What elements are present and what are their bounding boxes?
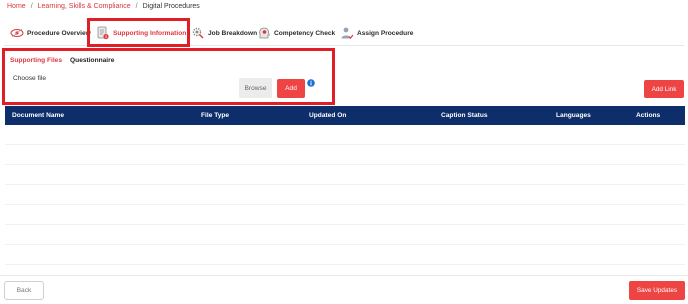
tab-job-breakdown[interactable]: Job Breakdown (191, 21, 257, 45)
tab-procedure-overview[interactable]: Procedure Overview (10, 21, 91, 45)
breadcrumb-separator: / (135, 3, 138, 10)
table-row-divider (5, 144, 685, 145)
column-header-languages: Languages (556, 112, 591, 119)
tab-label: Job Breakdown (208, 29, 258, 37)
save-updates-button[interactable]: Save Updates (629, 281, 685, 300)
breadcrumb: Home / Learning, Skills & Compliance / D… (7, 3, 200, 10)
breadcrumb-current: Digital Procedures (142, 3, 200, 10)
highlight-box-supporting-tab (87, 18, 190, 47)
highlight-box-upload-section (2, 48, 335, 105)
documents-table-header: Document Name File Type Updated On Capti… (5, 106, 685, 125)
breadcrumb-learning-link[interactable]: Learning, Skills & Compliance (38, 3, 131, 10)
column-header-document-name: Document Name (12, 112, 65, 119)
table-row-divider (5, 244, 685, 245)
table-row-divider (5, 264, 685, 265)
footer-divider (0, 275, 688, 276)
table-row-divider (5, 184, 685, 185)
table-row-divider (5, 224, 685, 225)
table-row-divider (5, 164, 685, 165)
column-header-updated-on: Updated On (309, 112, 347, 119)
tab-label: Assign Procedure (357, 29, 414, 37)
breadcrumb-separator: / (30, 3, 33, 10)
documents-table-body (5, 125, 685, 271)
user-check-icon (340, 26, 354, 40)
tab-label: Competency Check (274, 29, 336, 37)
column-header-file-type: File Type (201, 112, 230, 119)
add-link-button[interactable]: Add Link (644, 80, 684, 98)
column-header-actions: Actions (636, 112, 661, 119)
gear-search-icon (191, 26, 205, 40)
back-button[interactable]: Back (4, 281, 44, 300)
column-header-caption-status: Caption Status (441, 112, 488, 119)
head-gear-icon (257, 26, 271, 40)
eye-icon (10, 28, 24, 38)
table-row-divider (5, 204, 685, 205)
tab-competency-check[interactable]: Competency Check (257, 21, 335, 45)
tab-label: Procedure Overview (27, 29, 91, 37)
breadcrumb-home-link[interactable]: Home (7, 3, 26, 10)
tab-assign-procedure[interactable]: Assign Procedure (340, 21, 413, 45)
